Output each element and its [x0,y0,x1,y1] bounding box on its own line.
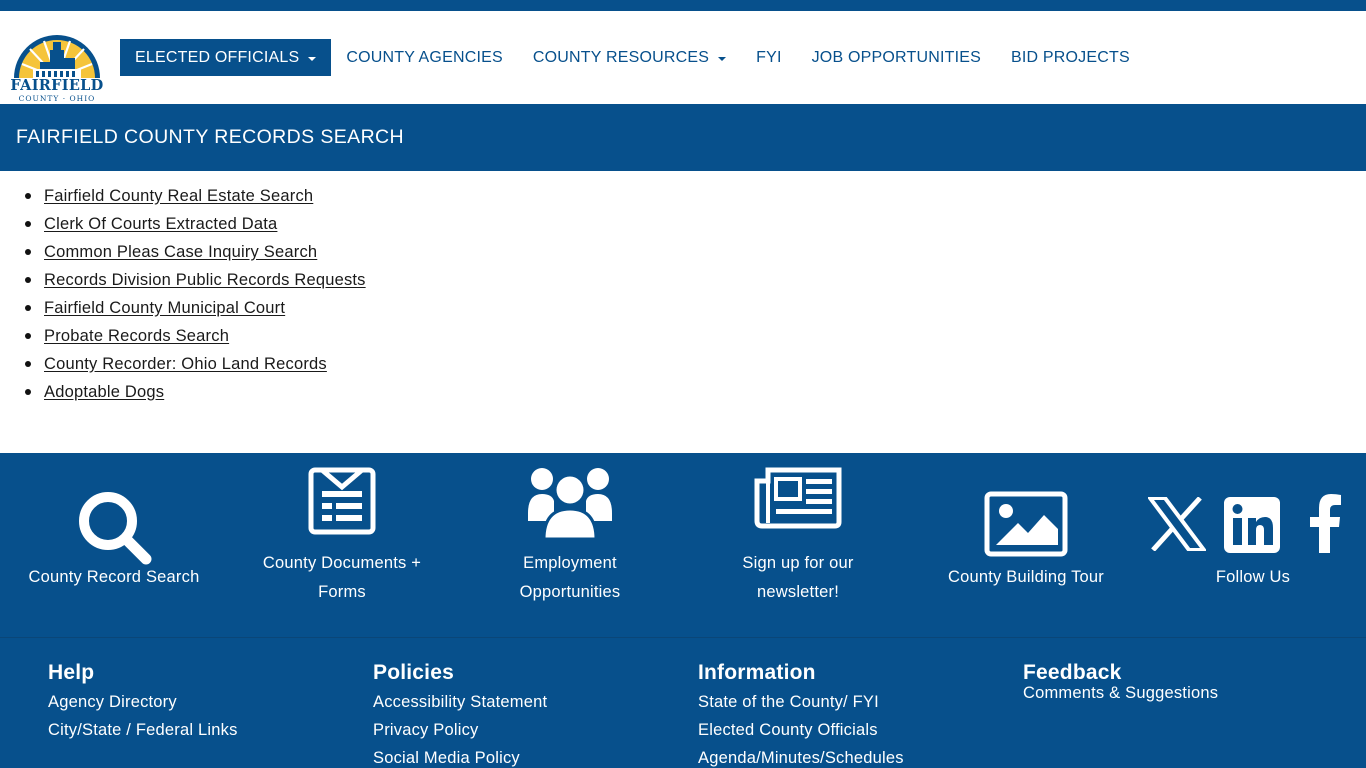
nav-county-resources[interactable]: COUNTY RESOURCES [518,39,741,76]
link-municipal-court[interactable]: Fairfield County Municipal Court [44,299,285,318]
footer-link-state-of-county[interactable]: State of the County/ FYI [698,688,904,716]
list-item: County Recorder: Ohio Land Records [24,350,366,378]
quick-employment[interactable]: Employment Opportunities [456,453,684,637]
footer-heading: Help [48,661,95,684]
quick-label: newsletter! [757,583,839,601]
list-item: Fairfield County Municipal Court [24,294,366,322]
bullet-icon [25,249,31,255]
nav-label: FYI [756,48,782,66]
page-title: FAIRFIELD COUNTY RECORDS SEARCH [16,126,405,148]
quick-record-search[interactable]: County Record Search [0,453,228,637]
quick-label: Sign up for our [742,554,854,572]
x-icon[interactable] [1148,497,1206,551]
quick-label: County Record Search [28,568,200,586]
search-icon [79,492,152,565]
caret-down-icon [308,56,317,61]
page-title-band: FAIRFIELD COUNTY RECORDS SEARCH [0,104,1366,171]
link-common-pleas[interactable]: Common Pleas Case Inquiry Search [44,243,317,262]
list-item: Probate Records Search [24,322,366,350]
quick-label: County Documents + [262,554,422,572]
bullet-icon [25,333,31,339]
facebook-icon[interactable] [1308,493,1342,553]
main-nav: ELECTED OFFICIALS COUNTY AGENCIES COUNTY… [120,39,1145,76]
link-clerk-of-courts[interactable]: Clerk Of Courts Extracted Data [44,215,277,234]
nav-elected-officials[interactable]: ELECTED OFFICIALS [120,39,332,76]
footer-information: Information State of the County/ FYI Ele… [698,658,904,768]
document-icon [308,467,376,535]
link-real-estate-search[interactable]: Fairfield County Real Estate Search [44,187,313,206]
quick-newsletter[interactable]: Sign up for our newsletter! [684,453,912,637]
top-accent-bar [0,0,1366,11]
bullet-icon [25,305,31,311]
bullet-icon [25,193,31,199]
nav-county-agencies[interactable]: COUNTY AGENCIES [331,39,518,76]
sunburst-logo-icon [14,35,100,80]
nav-fyi[interactable]: FYI [741,39,797,76]
quick-label: County Building Tour [948,568,1104,586]
nav-label: COUNTY RESOURCES [532,48,710,66]
footer-link-agenda[interactable]: Agenda/Minutes/Schedules [698,744,904,768]
footer-link-agency-directory[interactable]: Agency Directory [48,688,238,716]
records-link-list: Fairfield County Real Estate Search Cler… [24,182,366,406]
footer-policies: Policies Accessibility Statement Privacy… [373,658,547,768]
logo-name: FAIRFIELD [10,77,104,94]
footer-link-city-state-federal[interactable]: City/State / Federal Links [48,716,238,744]
footer-feedback: Feedback Comments & Suggestions [1023,658,1218,704]
bullet-icon [25,221,31,227]
quick-documents[interactable]: County Documents + Forms [228,453,456,637]
bullet-icon [25,361,31,367]
image-icon [984,491,1068,557]
footer-link-accessibility[interactable]: Accessibility Statement [373,688,547,716]
people-icon [528,468,612,541]
quick-links-band: County Record Search County Documents + … [0,453,1366,637]
quick-label: Opportunities [519,583,621,601]
newspaper-icon [754,467,842,529]
county-logo[interactable]: FAIRFIELD COUNTY · OHIO [8,22,106,104]
caret-down-icon [718,56,727,61]
linkedin-icon[interactable] [1224,497,1280,553]
footer-help: Help Agency Directory City/State / Feder… [48,658,238,744]
nav-label: COUNTY AGENCIES [346,48,503,66]
link-adoptable-dogs[interactable]: Adoptable Dogs [44,383,164,402]
footer-heading: Information [698,661,816,684]
site-header: FAIRFIELD COUNTY · OHIO ELECTED OFFICIAL… [0,11,1366,104]
footer-link-elected-officials[interactable]: Elected County Officials [698,716,904,744]
quick-building-tour[interactable]: County Building Tour [912,453,1140,637]
nav-label: JOB OPPORTUNITIES [811,48,981,66]
link-records-division[interactable]: Records Division Public Records Requests [44,271,366,290]
footer-link-social-media[interactable]: Social Media Policy [373,744,547,768]
list-item: Clerk Of Courts Extracted Data [24,210,366,238]
list-item: Fairfield County Real Estate Search [24,182,366,210]
quick-label: Employment [523,554,617,572]
quick-label: Follow Us [1215,568,1291,586]
footer-heading: Feedback [1023,661,1122,684]
list-item: Common Pleas Case Inquiry Search [24,238,366,266]
bullet-icon [25,277,31,283]
nav-job-opportunities[interactable]: JOB OPPORTUNITIES [797,39,996,76]
footer-heading: Policies [373,661,454,684]
link-county-recorder[interactable]: County Recorder: Ohio Land Records [44,355,327,374]
list-item: Adoptable Dogs [24,378,366,406]
quick-label: Forms [318,583,366,601]
footer-link-comments[interactable]: Comments & Suggestions [1023,682,1218,704]
bullet-icon [25,389,31,395]
site-footer: Help Agency Directory City/State / Feder… [0,637,1366,768]
nav-label: BID PROJECTS [1010,48,1130,66]
footer-link-privacy[interactable]: Privacy Policy [373,716,547,744]
nav-bid-projects[interactable]: BID PROJECTS [996,39,1145,76]
logo-subtitle: COUNTY · OHIO [18,94,96,103]
list-item: Records Division Public Records Requests [24,266,366,294]
link-probate-records[interactable]: Probate Records Search [44,327,229,346]
quick-follow-us: Follow Us [1140,453,1366,637]
nav-label: ELECTED OFFICIALS [135,48,300,66]
